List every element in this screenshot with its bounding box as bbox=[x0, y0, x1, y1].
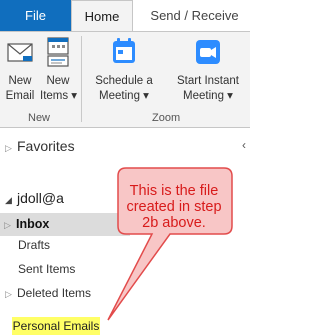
callout-text: This is the file created in step 2b abov… bbox=[118, 183, 230, 231]
callout-line-1: This is the file bbox=[129, 183, 219, 199]
callout-bubble bbox=[107, 167, 233, 321]
callout-line-3: 2b above. bbox=[142, 215, 206, 231]
callout-line-2: created in step bbox=[126, 199, 222, 215]
